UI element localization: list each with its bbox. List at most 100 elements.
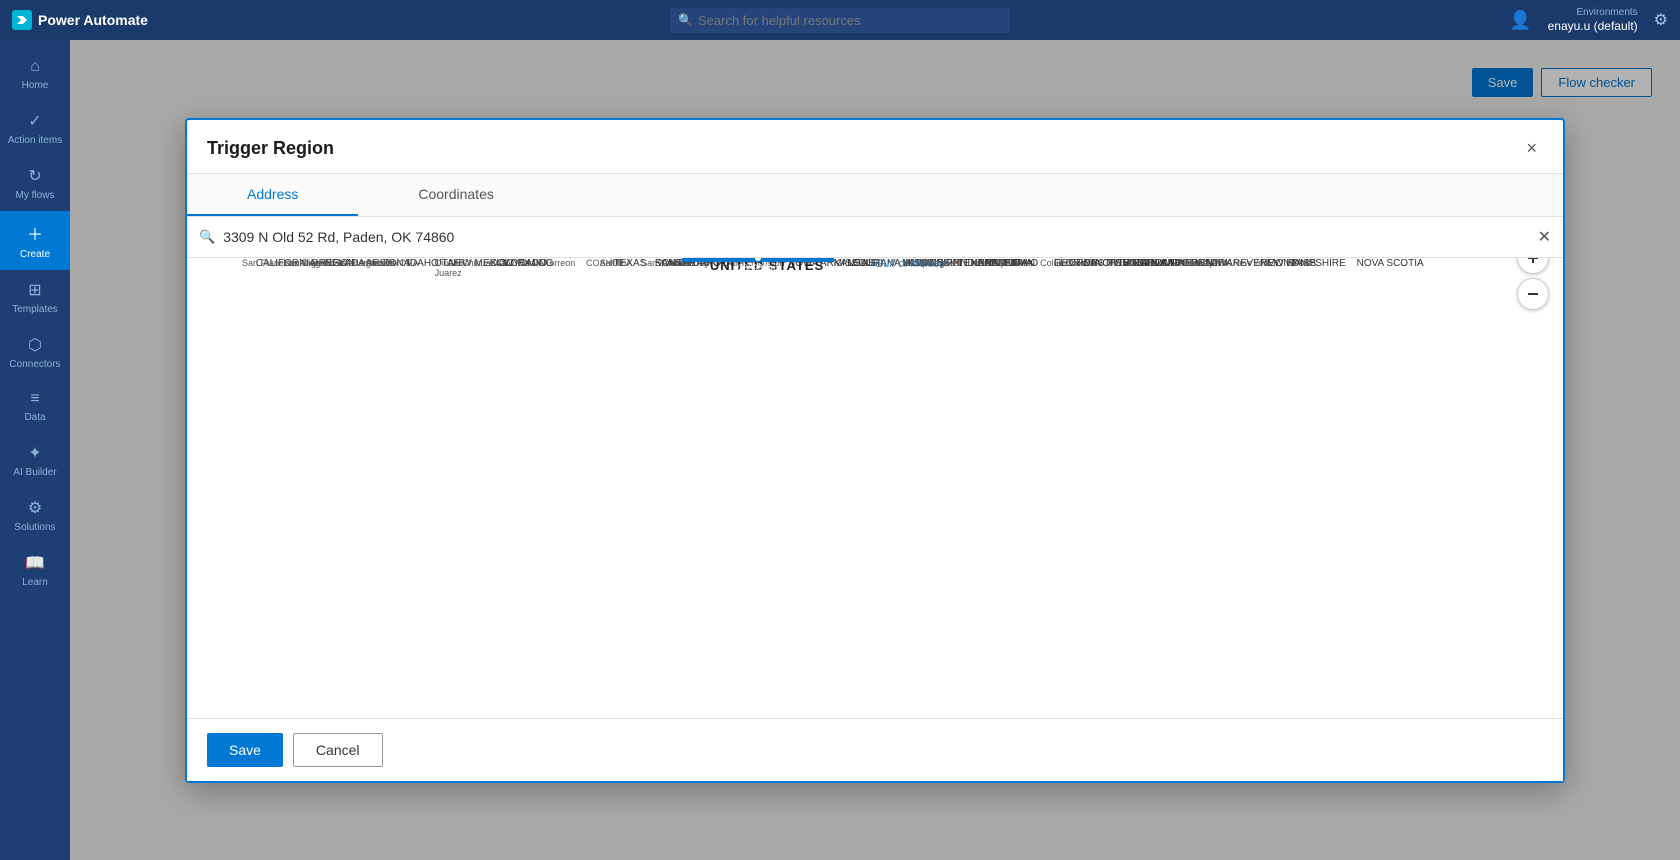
- create-icon: ＋: [27, 221, 43, 245]
- save-button[interactable]: Save: [207, 733, 283, 767]
- label-nj: NJ: [1205, 258, 1217, 269]
- top-search-input[interactable]: [670, 8, 1010, 33]
- connectors-icon: ⬡: [28, 335, 42, 355]
- label-austin: Austin: [669, 258, 694, 268]
- sidebar-item-create[interactable]: ＋ Create: [0, 211, 70, 270]
- label-indianapolis: Indianapolis: [971, 258, 1019, 268]
- search-clear-button[interactable]: ✕: [1538, 227, 1551, 247]
- label-ohio: OHIO: [1013, 258, 1039, 269]
- sidebar-item-solutions[interactable]: ⚙ Solutions: [0, 488, 70, 543]
- search-icon: 🔍: [678, 13, 693, 27]
- label-indiana: INDIANA: [958, 258, 999, 269]
- label-california: CALIFORNIA: [256, 258, 316, 269]
- label-san-francisco: San Francisco: [242, 258, 300, 268]
- dialog-close-button[interactable]: ×: [1520, 136, 1543, 161]
- dialog-header: Trigger Region ×: [187, 120, 1563, 174]
- label-dallas: Dallas: [724, 258, 749, 268]
- cancel-button[interactable]: Cancel: [293, 733, 383, 767]
- label-detroit: Detroit: [999, 258, 1026, 268]
- tab-address[interactable]: Address: [187, 174, 358, 216]
- sidebar-item-ai-builder[interactable]: ✦ AI Builder: [0, 433, 70, 488]
- address-search-input[interactable]: [223, 229, 1529, 245]
- data-icon: ≡: [30, 390, 39, 408]
- label-louisiana: LOUISIANA: [847, 258, 900, 269]
- dialog-search-wrap: 🔍 ✕: [187, 217, 1563, 258]
- label-nassau: Nassau: [1178, 258, 1209, 268]
- zoom-out-button[interactable]: [1517, 278, 1549, 310]
- label-arkansas: ARKANSAS: [820, 258, 874, 269]
- label-gulf-of-mexico: Gulf of Mexico: [875, 258, 945, 270]
- power-automate-icon: [12, 10, 32, 30]
- dialog-title: Trigger Region: [207, 138, 334, 159]
- label-iowa: IOWA: [792, 258, 818, 269]
- label-texas: TEXAS: [614, 258, 647, 269]
- brand-name: Power Automate: [38, 12, 148, 28]
- sidebar-item-my-flows[interactable]: ↻ My flows: [0, 156, 70, 211]
- top-bar-right: 👤 Environments enayu.u (default) ⚙: [1509, 6, 1668, 35]
- settings-icon[interactable]: ⚙: [1654, 10, 1668, 30]
- sidebar-item-action-items[interactable]: ✓ Action items: [0, 101, 70, 156]
- templates-icon: ⊞: [28, 280, 41, 300]
- label-jacksonville: Jacksonville: [1109, 258, 1158, 268]
- environment-info: Environments enayu.u (default): [1548, 6, 1638, 35]
- tab-coordinates[interactable]: Coordinates: [358, 174, 554, 216]
- label-south-dakota: SOUTH DAKOTA: [655, 258, 733, 269]
- label-wyoming: WYOMING: [503, 258, 553, 269]
- label-tennessee: TENNESSEE: [958, 258, 1019, 269]
- home-icon: ⌂: [30, 58, 40, 76]
- map-controls: [1517, 258, 1549, 310]
- label-boston: Boston: [1288, 258, 1316, 268]
- sidebar-item-templates-label: Templates: [12, 304, 58, 315]
- sidebar-item-my-flows-label: My flows: [16, 190, 55, 201]
- label-north-carolina: NORTH CAROLINA: [1095, 258, 1184, 269]
- label-coahuila: COAHUILA: [586, 258, 632, 268]
- label-mass: MASS.: [1288, 258, 1319, 269]
- label-nevada: NEVADA: [325, 258, 365, 269]
- label-saltillo: Saltillo: [600, 258, 627, 268]
- label-georgia: GEORGIA: [1054, 258, 1101, 269]
- label-new-hampshire: NEW HAMPSHIRE: [1260, 258, 1346, 269]
- zoom-in-button[interactable]: [1517, 258, 1549, 274]
- label-kentucky: KENTUCKY: [971, 258, 1025, 269]
- label-houston: Houston: [751, 258, 785, 268]
- label-milwaukee: Milwaukee: [916, 258, 959, 268]
- label-nebraska: NEBRASKA: [669, 258, 723, 269]
- label-utah: UTAH: [435, 258, 461, 269]
- sidebar-item-data-label: Data: [24, 412, 45, 423]
- label-los-angeles: Los Angeles: [283, 258, 332, 268]
- sidebar-item-learn[interactable]: 📖 Learn: [0, 543, 70, 598]
- label-colorado: COLORADO: [490, 258, 547, 269]
- sidebar-item-learn-label: Learn: [22, 577, 48, 588]
- label-west-virginia: WEST VIRGINIA: [1081, 258, 1156, 269]
- trigger-region-dialog: Trigger Region × Address Coordinates 🔍 ✕: [185, 118, 1565, 783]
- label-mexicali: Mexicali: [311, 258, 344, 268]
- solutions-icon: ⚙: [28, 498, 42, 518]
- label-las-vegas: Las Vegas: [338, 258, 380, 268]
- top-bar: Power Automate 🔍 👤 Environments enayu.u …: [0, 0, 1680, 40]
- label-md: MD: [1164, 258, 1180, 269]
- label-san-antonio: San Antonio: [641, 258, 690, 268]
- sidebar-item-templates[interactable]: ⊞ Templates: [0, 270, 70, 325]
- label-vermont: VERMONT: [1247, 258, 1297, 269]
- sidebar-item-home[interactable]: ⌂ Home: [0, 48, 70, 101]
- env-label: Environments: [1577, 6, 1638, 19]
- label-kansas: KANSAS: [655, 258, 696, 269]
- label-arizona: ARIZONA: [366, 258, 410, 269]
- label-columbus: Columbus: [1040, 258, 1081, 268]
- map-container[interactable]: OREGON IDAHO NEVADA UTAH CALIFORNIA ARIZ…: [187, 258, 1563, 718]
- label-oregon: OREGON: [311, 258, 355, 269]
- sidebar-item-connectors[interactable]: ⬡ Connectors: [0, 325, 70, 380]
- selection-box: [682, 258, 833, 262]
- label-torreon: Torreon: [545, 258, 576, 268]
- action-items-icon: ✓: [28, 111, 41, 131]
- label-ciudad-juarez: CiudadJuarez: [435, 258, 464, 278]
- sidebar-item-action-items-label: Action items: [8, 135, 62, 146]
- label-michigan: MICHIGAN: [985, 258, 1035, 269]
- label-denver: Denver: [517, 258, 546, 268]
- sidebar: ⌂ Home ✓ Action items ↻ My flows ＋ Creat…: [0, 40, 70, 860]
- main-layout: ⌂ Home ✓ Action items ↻ My flows ＋ Creat…: [0, 40, 1680, 860]
- label-new-york-city: New York: [1233, 258, 1271, 268]
- user-icon[interactable]: 👤: [1509, 10, 1531, 31]
- sidebar-item-data[interactable]: ≡ Data: [0, 380, 70, 433]
- label-san-diego: San Diego: [283, 258, 325, 268]
